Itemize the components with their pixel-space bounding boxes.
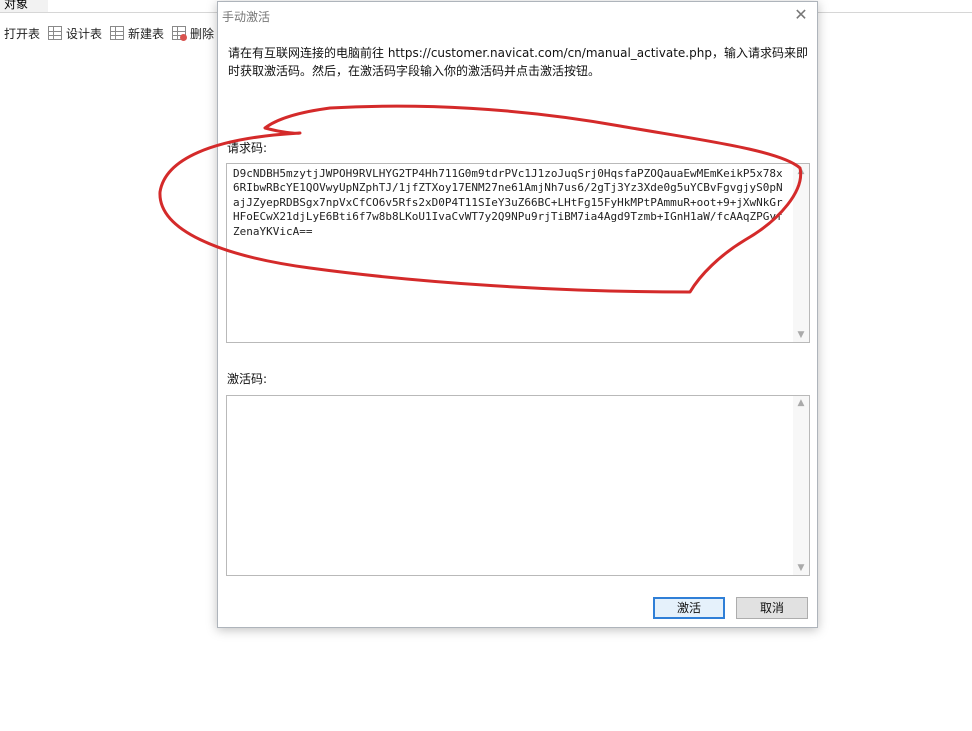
close-icon[interactable]: ✕ <box>793 7 809 23</box>
objects-tab-label: 对象 <box>4 0 29 11</box>
open-table-button[interactable]: 打开表 <box>4 25 40 42</box>
objects-tab[interactable]: 对象 <box>0 0 48 13</box>
toolbar-label: 打开表 <box>4 26 41 41</box>
new-table-icon <box>110 26 125 40</box>
request-code-textarea[interactable]: D9cNDBH5mzytjJWPOH9RVLHYG2TP4Hh711G0m9td… <box>226 163 810 343</box>
activation-code-textarea[interactable]: ▲ ▼ <box>226 395 810 576</box>
object-toolbar: 打开表 设计表 新建表 删除 <box>0 22 222 44</box>
dialog-title: 手动激活 <box>222 10 271 24</box>
toolbar-label: 设计表 <box>66 26 103 41</box>
scroll-down-icon[interactable]: ▼ <box>797 331 805 340</box>
toolbar-label: 新建表 <box>128 26 165 41</box>
manual-activation-dialog: 手动激活 ✕ 请在有互联网连接的电脑前往 https://customer.na… <box>217 1 818 628</box>
instruction-text: 请在有互联网连接的电脑前往 https://customer.navicat.c… <box>228 46 808 78</box>
request-code-text: D9cNDBH5mzytjJWPOH9RVLHYG2TP4Hh711G0m9td… <box>233 167 783 238</box>
design-table-button[interactable]: 设计表 <box>48 25 102 42</box>
delete-table-icon <box>172 26 188 41</box>
activation-code-label: 激活码: <box>227 372 268 386</box>
activate-button[interactable]: 激活 <box>653 597 725 619</box>
request-code-label: 请求码: <box>227 141 268 155</box>
toolbar-label: 删除 <box>190 26 215 41</box>
new-table-button[interactable]: 新建表 <box>110 25 164 42</box>
scroll-down-icon[interactable]: ▼ <box>797 564 805 573</box>
scroll-up-icon[interactable]: ▲ <box>797 167 805 176</box>
scroll-up-icon[interactable]: ▲ <box>797 399 805 408</box>
delete-table-button[interactable]: 删除 <box>172 25 214 42</box>
activation-code-scrollbar[interactable]: ▲ ▼ <box>793 396 809 575</box>
design-table-icon <box>48 26 63 40</box>
request-code-scrollbar[interactable]: ▲ ▼ <box>793 164 809 342</box>
cancel-button[interactable]: 取消 <box>736 597 808 619</box>
